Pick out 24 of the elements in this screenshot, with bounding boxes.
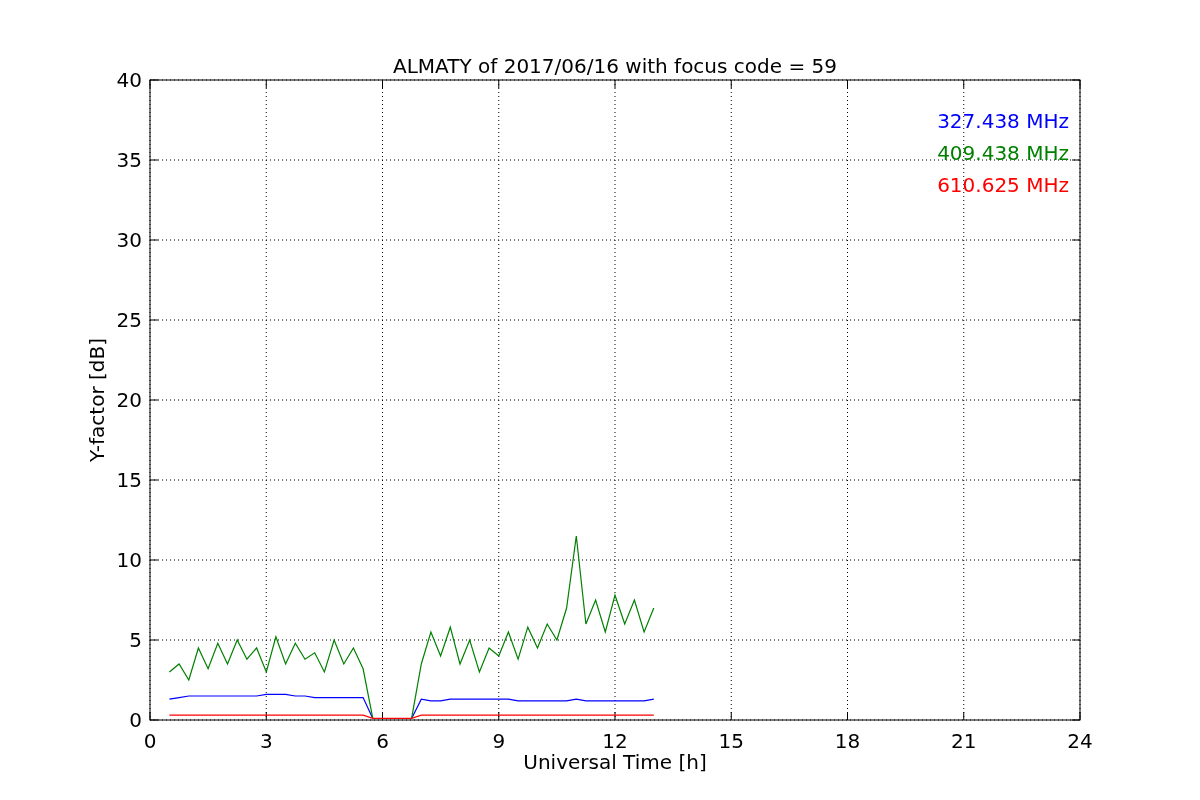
y-tick-label: 0 (129, 708, 142, 732)
chart-title: ALMATY of 2017/06/16 with focus code = 59 (393, 54, 837, 78)
x-axis-label: Universal Time [h] (523, 750, 707, 774)
x-tick-label: 3 (259, 729, 273, 753)
x-tick-label: 15 (718, 729, 744, 753)
legend-label: 610.625 MHz (937, 173, 1069, 197)
x-tick-label: 24 (1067, 729, 1093, 753)
legend-label: 327.438 MHz (937, 109, 1069, 133)
x-tick-label: 21 (951, 729, 977, 753)
y-axis-label: Y-factor [dB] (85, 338, 109, 462)
x-tick-label: 18 (834, 729, 861, 753)
y-tick-label: 25 (116, 308, 142, 332)
y-tick-label: 10 (116, 548, 142, 572)
x-tick-label: 0 (143, 729, 157, 753)
y-tick-label: 40 (116, 68, 142, 92)
legend-label: 409.438 MHz (937, 141, 1069, 165)
y-tick-label: 35 (116, 148, 142, 172)
y-tick-label: 20 (116, 388, 142, 412)
y-tick-label: 30 (116, 228, 142, 252)
x-tick-label: 9 (492, 729, 506, 753)
y-tick-label: 15 (116, 468, 142, 492)
x-tick-label: 6 (376, 729, 389, 753)
x-tick-label: 12 (602, 729, 628, 753)
y-tick-label: 5 (129, 628, 142, 652)
